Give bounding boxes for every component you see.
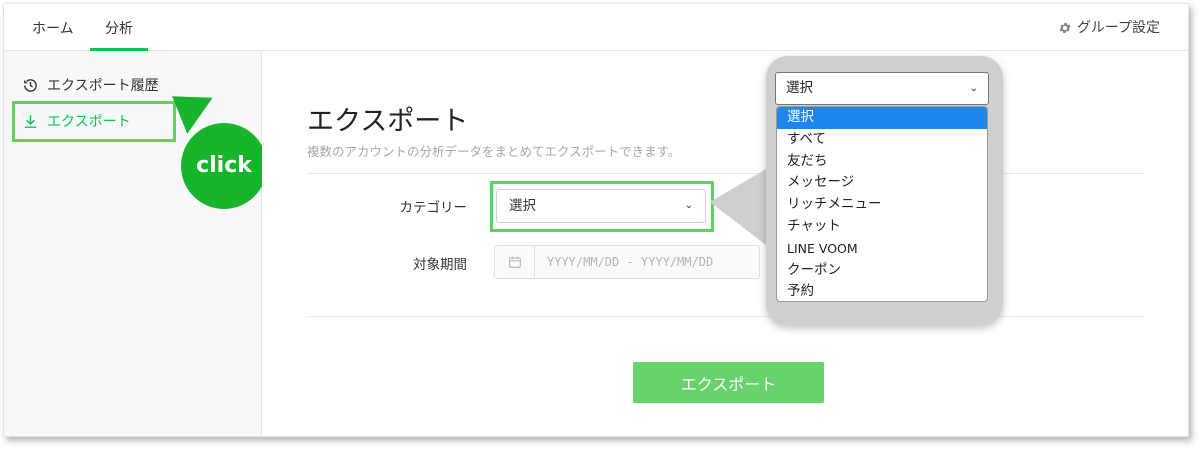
- top-nav: ホーム 分析 グループ設定: [4, 4, 1188, 51]
- dropdown-option[interactable]: 予約: [777, 281, 987, 301]
- dropdown-option[interactable]: LINE VOOM: [777, 238, 987, 260]
- dropdown-option[interactable]: 選択: [777, 107, 987, 129]
- dropdown-option[interactable]: チャット: [777, 216, 987, 238]
- page-title: エクスポート: [307, 106, 469, 137]
- group-settings-label: グループ設定: [1076, 19, 1160, 36]
- export-button[interactable]: エクスポート: [633, 362, 824, 403]
- dropdown-option[interactable]: すべて: [777, 129, 987, 151]
- chevron-down-icon: ⌄: [684, 200, 693, 211]
- app-window: ホーム 分析 グループ設定 エクスポート履歴 エクスポート click エクスポ…: [3, 3, 1189, 437]
- sidebar-highlight-box: [12, 101, 176, 142]
- divider: [307, 316, 1145, 317]
- callout-category-select[interactable]: 選択 ⌄: [775, 72, 989, 105]
- period-label: 対象期間: [413, 257, 467, 273]
- click-bubble: click: [181, 123, 267, 209]
- chevron-down-icon: ⌄: [969, 83, 978, 94]
- dropdown-option[interactable]: リッチメニュー: [777, 194, 987, 216]
- category-select[interactable]: 選択 ⌄: [496, 189, 706, 223]
- gear-icon: [1059, 22, 1071, 33]
- dropdown-option[interactable]: メッセージ: [777, 172, 987, 194]
- tab-home[interactable]: ホーム: [32, 4, 74, 51]
- dropdown-option[interactable]: クーポン: [777, 260, 987, 282]
- history-icon: [24, 78, 37, 92]
- sidebar: エクスポート履歴 エクスポート: [4, 51, 262, 436]
- date-range-placeholder: YYYY/MM/DD - YYYY/MM/DD: [547, 255, 714, 269]
- group-settings-link[interactable]: グループ設定: [1058, 4, 1160, 51]
- category-dropdown-list: 選択 すべて 友だち メッセージ リッチメニュー チャット LINE VOOM …: [776, 106, 988, 302]
- sidebar-item-label: エクスポート履歴: [47, 78, 159, 94]
- date-icon-wrap: [495, 246, 535, 278]
- category-select-value: 選択: [509, 198, 536, 214]
- tab-analysis[interactable]: 分析: [90, 4, 148, 51]
- page-subtitle: 複数のアカウントの分析データをまとめてエクスポートできます。: [307, 144, 681, 159]
- category-label: カテゴリー: [399, 200, 468, 216]
- callout-select-value: 選択: [786, 80, 813, 96]
- calendar-icon: [508, 256, 521, 268]
- dropdown-option[interactable]: 友だち: [777, 151, 987, 173]
- sidebar-item-export-history[interactable]: エクスポート履歴: [22, 73, 159, 97]
